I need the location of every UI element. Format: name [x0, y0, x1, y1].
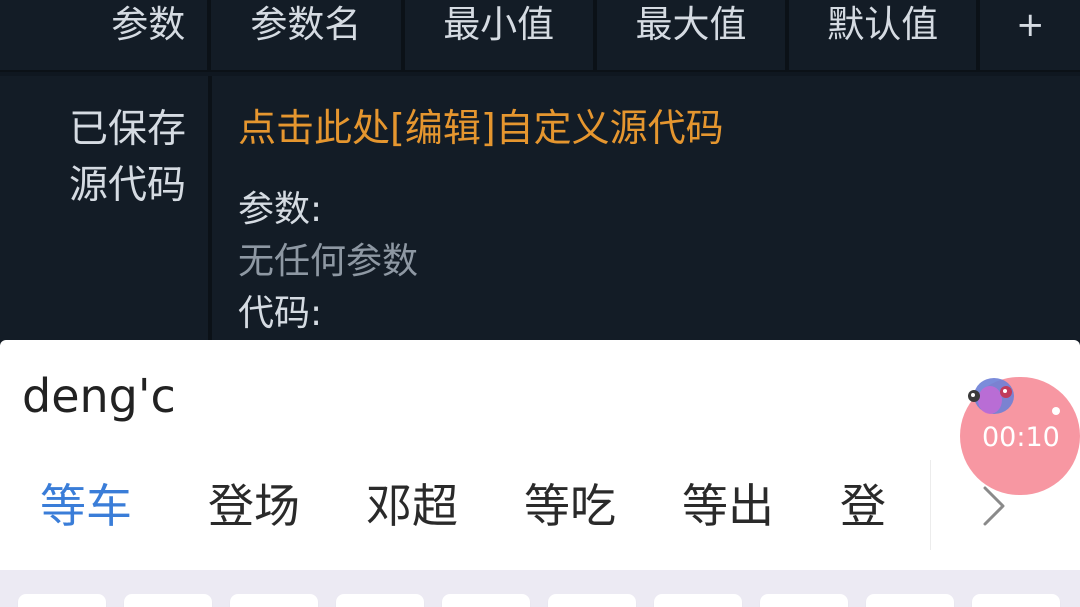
header-cell-max: 最大值 — [596, 0, 786, 70]
parameter-table: 参数 参数名 最小值 最大值 默认值 + 已保存 源代码 点击此处[编辑]自定义… — [0, 0, 1080, 340]
saved-label-line1: 已保存 — [68, 107, 186, 152]
edit-source-link[interactable]: 点击此处[编辑]自定义源代码 — [238, 100, 1080, 156]
candidate-divider — [930, 460, 931, 550]
recording-dot-icon — [1052, 407, 1060, 415]
screen: 参数 参数名 最小值 最大值 默认值 + 已保存 源代码 点击此处[编辑]自定义… — [0, 0, 1080, 607]
saved-source-label: 已保存 源代码 — [0, 76, 208, 340]
params-value: 无任何参数 — [238, 241, 419, 282]
code-heading: 代码: — [238, 293, 323, 334]
source-code-cell: 点击此处[编辑]自定义源代码 参数: 无任何参数 代码: — [212, 76, 1080, 340]
keyboard-key[interactable] — [230, 594, 318, 607]
candidate-item[interactable]: 等出 — [682, 468, 774, 544]
saved-source-row: 已保存 源代码 点击此处[编辑]自定义源代码 参数: 无任何参数 代码: — [0, 76, 1080, 340]
candidate-item[interactable]: 邓超 — [366, 468, 458, 544]
keyboard-key[interactable] — [972, 594, 1060, 607]
header-cell-default: 默认值 — [789, 0, 977, 70]
keyboard-key[interactable] — [866, 594, 954, 607]
candidate-item[interactable]: 登 — [840, 468, 886, 544]
candidate-item[interactable]: 登场 — [208, 468, 300, 544]
keyboard-key[interactable] — [654, 594, 742, 607]
ime-mascot-icon[interactable] — [964, 370, 1020, 420]
header-cell-param-name: 参数名 — [211, 0, 401, 70]
add-param-button[interactable]: + — [980, 0, 1080, 70]
keyboard-key[interactable] — [124, 594, 212, 607]
saved-label-line2: 源代码 — [68, 163, 186, 208]
keyboard-key[interactable] — [442, 594, 530, 607]
keyboard-keys-area — [0, 570, 1080, 607]
keyboard-key[interactable] — [548, 594, 636, 607]
ime-composing-text: deng'c — [22, 369, 176, 423]
params-heading: 参数: — [238, 189, 323, 230]
keyboard-key[interactable] — [18, 594, 106, 607]
ime-keyboard-panel: deng'c 等车 登场 邓超 等吃 等出 登 — [0, 340, 1080, 607]
candidate-item[interactable]: 等吃 — [524, 468, 616, 544]
ime-candidate-bar: 等车 登场 邓超 等吃 等出 登 — [0, 468, 930, 544]
keyboard-key[interactable] — [760, 594, 848, 607]
keyboard-key[interactable] — [336, 594, 424, 607]
recording-timer: 00:10 — [982, 422, 1060, 453]
key-row — [18, 594, 1060, 607]
header-cell-min: 最小值 — [404, 0, 593, 70]
candidate-item[interactable]: 等车 — [40, 468, 132, 544]
table-header-row: 参数 参数名 最小值 最大值 默认值 + — [0, 0, 1080, 72]
header-cell-param: 参数 — [0, 0, 208, 70]
